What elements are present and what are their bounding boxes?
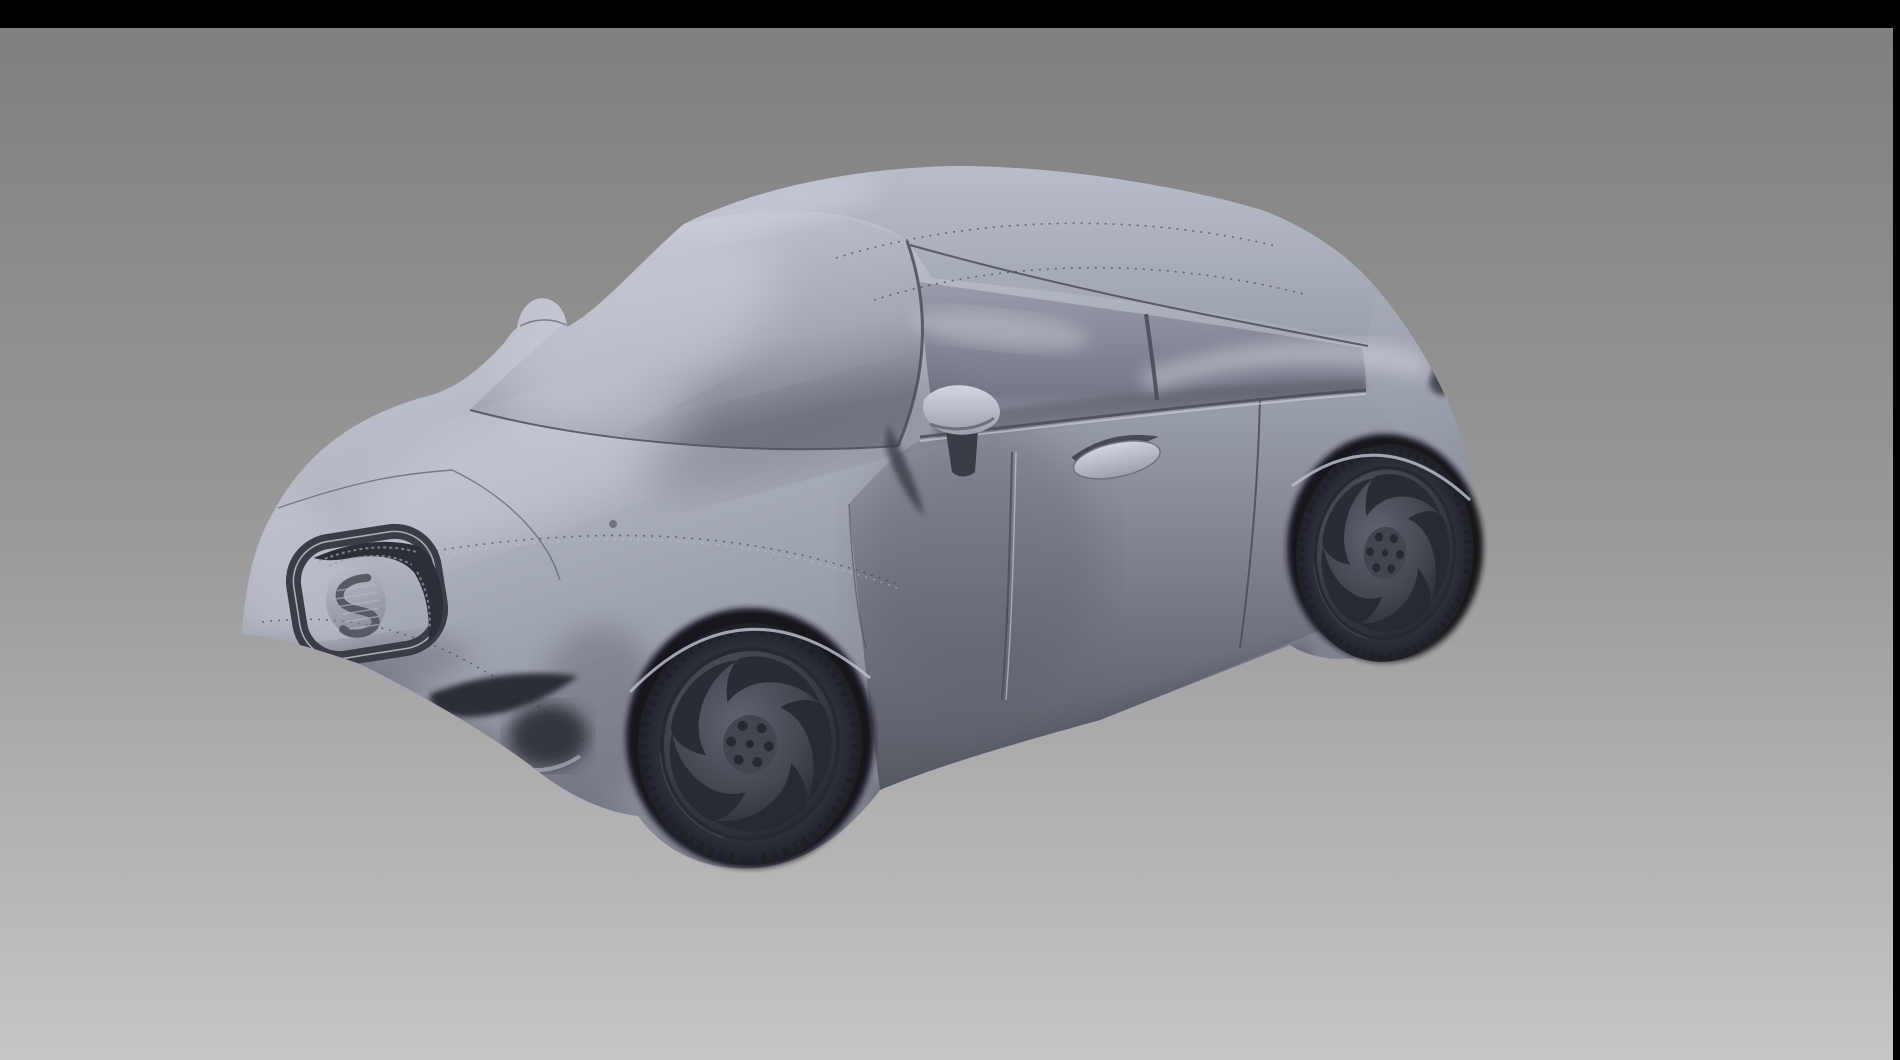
right-black-strip (1893, 0, 1900, 1060)
top-black-bar (0, 0, 1900, 28)
hood-nozzle (609, 520, 617, 528)
viewport-3d[interactable] (0, 0, 1900, 1060)
app-window (0, 0, 1900, 1060)
